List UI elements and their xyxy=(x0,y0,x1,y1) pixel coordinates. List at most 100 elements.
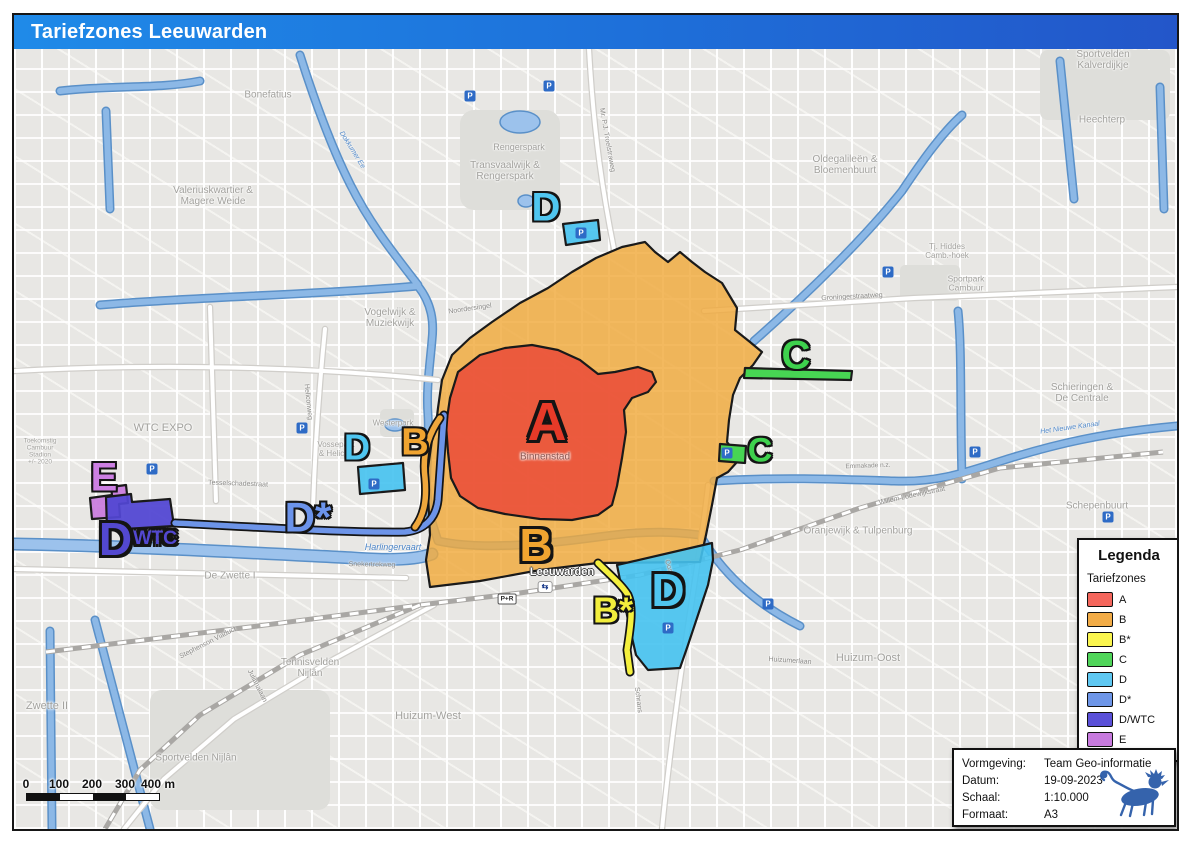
legend-item: E xyxy=(1087,732,1171,747)
parking-icon: P xyxy=(147,464,158,475)
street-label: Mr. P.J. Troelstraweg xyxy=(598,107,616,172)
district-label: Heechterp xyxy=(1079,115,1125,126)
zone-label-e: E xyxy=(91,457,118,497)
leeuwarden-lion-logo-icon xyxy=(1098,769,1170,819)
info-row-label: Schaal: xyxy=(962,792,1044,804)
district-label-line: Huizum-Oost xyxy=(836,652,900,664)
district-label-line: Cambuur xyxy=(948,284,985,293)
parking-icon: P xyxy=(970,447,981,458)
street-label: Dokkumer Ee xyxy=(338,130,366,170)
street-label: Snekertrekweg xyxy=(349,561,396,569)
district-label-line: De Centrale xyxy=(1051,393,1113,404)
legend-item-label: E xyxy=(1119,734,1126,746)
district-label-line: Magere Weide xyxy=(173,196,253,207)
district-label-line: +/- 2020 xyxy=(24,459,57,466)
legend-item: D xyxy=(1087,672,1171,687)
zone-label-text: C xyxy=(782,333,811,377)
page-title: Tariefzones Leeuwarden xyxy=(14,15,1177,44)
map-label-layer: ABBB*CCDDDD*DWTCEBonefatiusValeriuskwart… xyxy=(14,49,1177,829)
legend-swatch xyxy=(1087,632,1113,647)
district-label-line: Oldegalileën & xyxy=(812,154,877,165)
zone-label-text: D xyxy=(344,427,370,468)
district-label-line: Schieringen & xyxy=(1051,382,1113,393)
zone-label-text: D xyxy=(532,185,561,229)
district-label: WTC EXPO xyxy=(134,422,193,434)
district-label: Schepenbuurt xyxy=(1066,501,1128,512)
zone-label-text: B xyxy=(401,421,428,463)
district-label: Tj. HiddesCamb.-hoek xyxy=(925,243,969,261)
district-label: Sportvelden Nijlân xyxy=(155,753,236,764)
zone-label-text: D xyxy=(99,513,132,565)
district-label-line: De Zwette I xyxy=(204,571,255,582)
scale-segment xyxy=(126,794,159,800)
district-label: De Zwette I xyxy=(204,571,255,582)
street-label: Stephenson Viaduct xyxy=(179,626,238,661)
district-label-line: Nijlân xyxy=(281,668,339,679)
district-label: Huizum-West xyxy=(395,710,461,722)
zone-label-d-west: D xyxy=(344,430,370,466)
zone-label-text: B xyxy=(519,519,552,571)
scale-tick-label: 300 xyxy=(115,777,135,791)
zone-label-c-east: C xyxy=(748,434,773,468)
district-label-line: Tennisvelden xyxy=(281,657,339,668)
page: { "title_bar": { "text": "Tariefzones Le… xyxy=(0,0,1191,842)
zone-label-text: B* xyxy=(593,590,633,631)
district-label: SportparkCambuur xyxy=(948,275,985,294)
street-label: Harlingervaart xyxy=(365,542,422,552)
street-label: Emmakade n.z. xyxy=(845,462,890,471)
park-and-ride-icon: P+R xyxy=(498,594,517,605)
scale-tick-label: 100 xyxy=(49,777,69,791)
district-label: Huizum-Oost xyxy=(836,652,900,664)
legend-swatch xyxy=(1087,672,1113,687)
scale-tick-label: 0 xyxy=(23,777,30,791)
legend-box: Legenda Tariefzones ABB*CDD*D/WTCE xyxy=(1077,538,1177,762)
district-label-line: Bloemenbuurt xyxy=(812,165,877,176)
district-label: TennisveldenNijlân xyxy=(281,657,339,679)
legend-swatch xyxy=(1087,652,1113,667)
parking-icon: P xyxy=(763,599,774,610)
district-label: Valeriuskwartier &Magere Weide xyxy=(173,185,253,207)
district-label: Vogelwijk &Muziekwijk xyxy=(364,307,415,329)
legend-item-label: B xyxy=(1119,614,1126,626)
zone-label-b-route: B xyxy=(401,423,428,461)
parking-icon: P xyxy=(1103,512,1114,523)
district-label: Transvaalwijk &Rengerspark xyxy=(470,160,540,182)
legend-title: Legenda xyxy=(1087,547,1171,564)
district-label-line: Muziekwijk xyxy=(364,318,415,329)
district-label: Zwette II xyxy=(26,700,68,712)
zone-label-dstar: D* xyxy=(285,496,332,538)
legend-swatch xyxy=(1087,612,1113,627)
district-label: Schieringen &De Centrale xyxy=(1051,382,1113,404)
legend-item: C xyxy=(1087,652,1171,667)
zone-label-text: D* xyxy=(285,493,332,540)
legend-item-label: D xyxy=(1119,674,1127,686)
scale-tick-label: 400 m xyxy=(141,777,175,791)
scale-segment xyxy=(27,794,60,800)
district-label-line: Oranjewijk & Tulpenburg xyxy=(804,526,913,537)
street-label: Noordersingel xyxy=(448,303,492,316)
zone-label-a: A xyxy=(528,395,567,449)
ns-station-icon: ⇆ xyxy=(538,581,553,593)
district-label-line: Rengerspark xyxy=(493,143,545,153)
street-label: Heliconweg xyxy=(303,384,314,421)
district-label-line: Rengerspark xyxy=(470,171,540,182)
street-label: Groningerstraatweg xyxy=(821,292,883,302)
district-label-line: Sportvelden xyxy=(1076,49,1129,60)
district-label-line: Kalverdijkje xyxy=(1076,60,1129,71)
legend-swatch xyxy=(1087,712,1113,727)
title-bar: Tariefzones Leeuwarden xyxy=(14,15,1177,49)
district-label-line: Zwette II xyxy=(26,700,68,712)
district-label: ToekomstigCambuurStadion+/- 2020 xyxy=(24,438,57,467)
parking-icon: P xyxy=(663,623,674,634)
zone-label-dwtc: DWTC xyxy=(99,516,177,562)
scale-segment xyxy=(60,794,93,800)
zone-label-d-south: D xyxy=(651,567,684,613)
zone-label-c-north: C xyxy=(782,335,811,375)
scale-bar-ticks: 0100200300400 m xyxy=(26,777,256,791)
district-label-line: Huizum-West xyxy=(395,710,461,722)
legend-item-label: D/WTC xyxy=(1119,714,1155,726)
zone-label-sup: WTC xyxy=(133,529,177,550)
zone-label-text: D xyxy=(651,564,684,616)
street-label: Tesselschadestraat xyxy=(208,479,268,488)
district-label: Oranjewijk & Tulpenburg xyxy=(804,526,913,537)
